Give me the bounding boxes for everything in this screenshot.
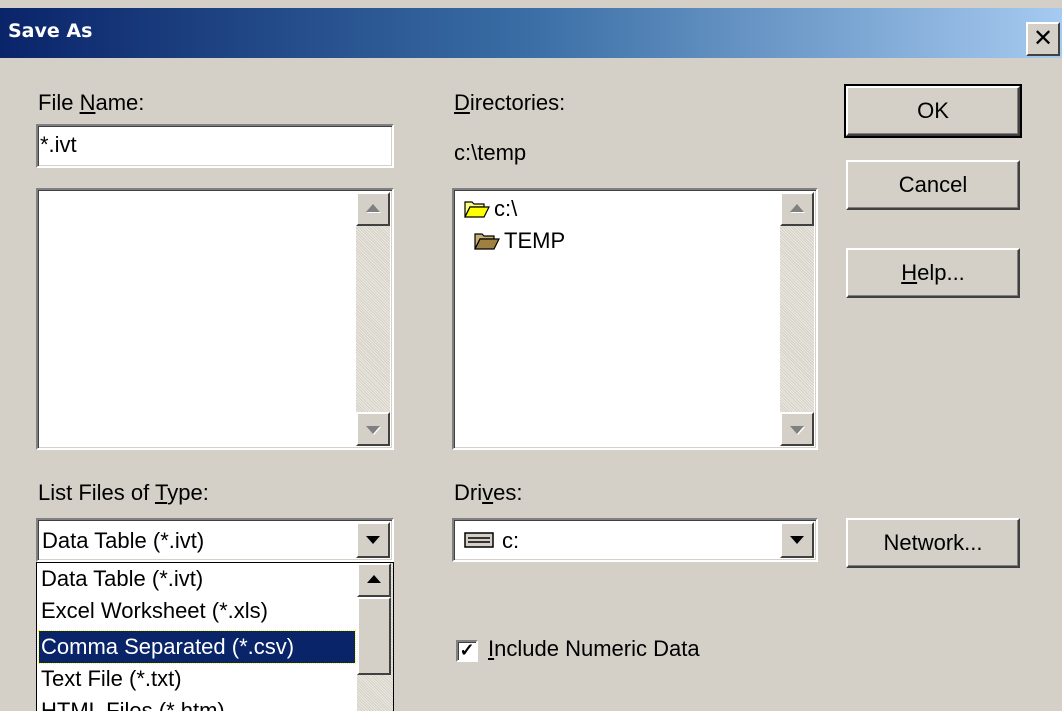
help-button-accel: H (901, 260, 918, 285)
title-bar[interactable]: Save As ✕ (0, 8, 1062, 58)
file-type-options-list[interactable]: Data Table (*.ivt) Excel Worksheet (*.xl… (36, 562, 394, 711)
tree-item-label: TEMP (504, 228, 566, 253)
file-type-selected: Data Table (*.ivt) (42, 528, 205, 553)
cancel-button[interactable]: Cancel (846, 160, 1020, 210)
directory-tree[interactable]: c:\ TEMP (452, 188, 818, 450)
open-folder-icon (464, 201, 490, 218)
file-name-label-post: ame: (95, 90, 145, 115)
ok-button[interactable]: OK (844, 84, 1022, 138)
include-numeric-label-post: nclude Numeric Data (494, 636, 700, 661)
file-name-label: File Name: (38, 90, 144, 116)
help-button-label: elp... (917, 260, 965, 285)
network-button[interactable]: Network... (846, 518, 1020, 568)
close-button[interactable]: ✕ (1026, 22, 1060, 56)
file-list-scrollbar[interactable] (356, 192, 390, 446)
include-numeric-checkbox[interactable]: ✓ (456, 640, 478, 662)
save-as-dialog: Save As ✕ File Name: *.ivt Directories: … (0, 0, 1062, 711)
directory-tree-scrollbar[interactable] (780, 192, 814, 446)
ok-button-label: OK (917, 98, 949, 123)
drives-label-accel: v (482, 480, 494, 505)
scroll-up-button[interactable] (356, 192, 390, 226)
file-name-value: *.ivt (40, 132, 77, 157)
open-folder-icon (474, 233, 500, 250)
file-type-label-accel: T (154, 480, 168, 505)
drives-label-pre: Dri (454, 480, 483, 505)
file-type-label-post: ype: (167, 480, 209, 505)
drives-selected: c: (502, 528, 520, 553)
file-type-label-pre: List Files of (38, 480, 155, 505)
scroll-up-button[interactable] (780, 192, 814, 226)
help-button[interactable]: Help... (846, 248, 1020, 298)
directories-label: Directories: (454, 90, 565, 116)
drives-dropdown-button[interactable] (780, 522, 814, 558)
scroll-thumb[interactable] (357, 597, 391, 675)
file-type-option-highlighted[interactable]: Comma Separated (*.csv) (38, 630, 356, 664)
drives-label-post: es: (493, 480, 523, 505)
cancel-button-label: Cancel (898, 172, 968, 197)
file-name-label-pre: File (38, 90, 80, 115)
file-type-label: List Files of Type: (38, 480, 209, 506)
network-button-label: Network... (883, 530, 983, 555)
scroll-up-button[interactable] (357, 563, 391, 597)
file-type-dropdown-button[interactable] (356, 522, 390, 558)
tree-item-temp[interactable]: TEMP (474, 228, 565, 254)
include-numeric-label[interactable]: Include Numeric Data (488, 636, 700, 662)
file-name-input[interactable]: *.ivt (36, 124, 394, 168)
close-icon: ✕ (1032, 24, 1054, 52)
file-type-option[interactable]: HTML Files (*.htm) (39, 695, 355, 711)
scroll-down-button[interactable] (780, 412, 814, 446)
tree-item-c-root[interactable]: c:\ (464, 196, 517, 222)
file-type-option[interactable]: Text File (*.txt) (39, 663, 355, 695)
scroll-down-button[interactable] (356, 412, 390, 446)
check-icon: ✓ (459, 640, 475, 660)
file-type-dropdown[interactable]: Data Table (*.ivt) (36, 518, 394, 562)
tree-item-label: c:\ (494, 196, 518, 221)
file-type-option[interactable]: Excel Worksheet (*.xls) (39, 595, 355, 627)
window-title: Save As (8, 20, 93, 42)
file-name-label-accel: N (79, 90, 96, 115)
file-list[interactable] (36, 188, 394, 450)
drives-label: Drives: (454, 480, 522, 506)
file-type-option[interactable]: Data Table (*.ivt) (39, 563, 355, 595)
drive-icon (464, 532, 494, 548)
directories-label-post: irectories: (469, 90, 566, 115)
drives-dropdown[interactable]: c: (452, 518, 818, 562)
directories-label-accel: D (454, 90, 470, 115)
current-directory-path: c:\temp (454, 140, 527, 165)
file-type-options-scrollbar[interactable] (357, 563, 393, 711)
